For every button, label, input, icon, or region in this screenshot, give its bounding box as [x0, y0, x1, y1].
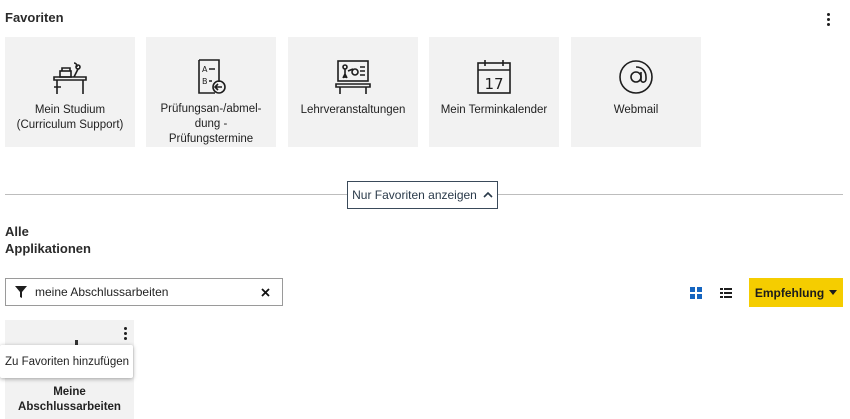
favorite-tile-terminkalender[interactable]: 17 Mein Terminkalender	[429, 37, 559, 147]
calendar-day: 17	[484, 75, 503, 93]
student-desk-icon	[48, 55, 92, 99]
sort-label: Empfehlung	[754, 285, 825, 300]
favorite-tile-label: Mein Terminkalender	[440, 104, 548, 116]
exam-registration-icon: A B	[189, 55, 233, 98]
favorites-more-icon[interactable]	[820, 10, 836, 28]
show-favorites-only-label: Nur Favoriten anzeigen	[352, 188, 477, 202]
favorite-tile-label: Mein Studium (Curriculum Support)	[16, 104, 124, 131]
add-to-favorites-menu-item[interactable]: Zu Favoriten hinzufügen	[0, 345, 133, 378]
favorite-tile-label: Lehrveranstaltungen	[300, 104, 406, 116]
favorite-tile-lehrveranstaltungen[interactable]: Lehrveranstaltungen	[288, 37, 418, 147]
svg-text:B: B	[202, 77, 208, 86]
caret-down-icon	[829, 290, 838, 295]
clear-filter-icon[interactable]	[257, 284, 273, 300]
app-tile-label: Meine Abschlussarbeiten	[18, 386, 121, 413]
favorite-tile-webmail[interactable]: Webmail	[571, 37, 701, 147]
show-favorites-only-button[interactable]: Nur Favoriten anzeigen	[347, 181, 498, 209]
app-filter-input[interactable]	[35, 285, 255, 299]
list-view-icon[interactable]	[720, 286, 734, 300]
favorites-title: Favoriten	[5, 10, 64, 25]
calendar-icon: 17	[472, 55, 516, 99]
sort-dropdown-button[interactable]: Empfehlung	[749, 278, 843, 307]
grid-view-icon[interactable]	[690, 286, 704, 300]
app-tile-more-icon[interactable]	[117, 324, 133, 342]
chevron-up-icon	[483, 191, 493, 198]
filter-icon	[15, 285, 29, 299]
at-sign-icon	[614, 55, 658, 99]
favorite-tile-mein-studium[interactable]: Mein Studium (Curriculum Support)	[5, 37, 135, 147]
favorite-tile-label: Prüfungsan-/abmel- dung - Prüfungstermin…	[160, 103, 262, 145]
favorite-tile-label: Webmail	[613, 104, 659, 116]
presentation-board-icon	[331, 55, 375, 99]
app-filter-field[interactable]	[5, 278, 283, 306]
all-applications-title: Alle Applikationen	[5, 224, 91, 256]
svg-text:A: A	[202, 65, 208, 74]
add-to-favorites-label: Zu Favoriten hinzufügen	[5, 355, 130, 368]
favorite-tile-pruefungen[interactable]: A B Prüfungsan-/abmel- dung - Prüfungste…	[146, 37, 276, 147]
